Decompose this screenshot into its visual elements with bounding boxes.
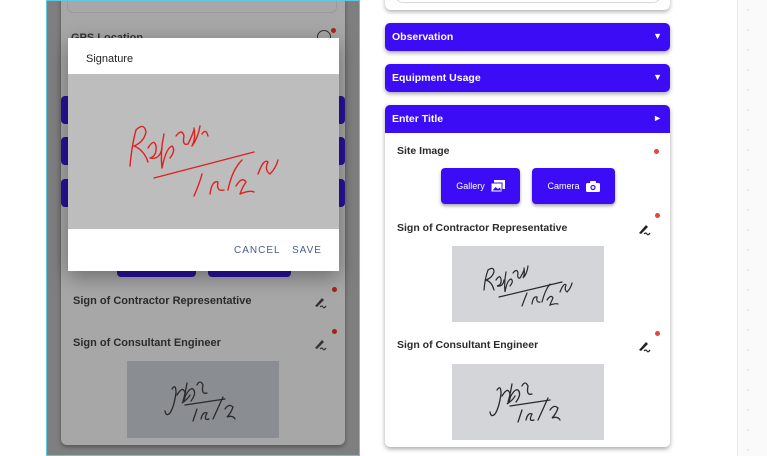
previous-card-field[interactable] (395, 0, 661, 3)
drawn-signature (129, 125, 279, 197)
canvas-background-middle (360, 0, 380, 456)
camera-button[interactable]: Camera (532, 168, 615, 204)
canvas-dot-grid (737, 0, 767, 456)
accordion-label: Equipment Usage (392, 72, 481, 84)
signature-dialog: Signature CANCEL SAVE (68, 38, 339, 271)
accordion-equipment-usage[interactable]: Equipment Usage ▼ (385, 64, 670, 92)
accordion-observation[interactable]: Observation ▼ (385, 23, 670, 51)
phone-sign-consultant-label: Sign of Consultant Engineer (73, 337, 221, 349)
signature-edit-icon[interactable] (313, 295, 329, 309)
consultant-signature-image (127, 361, 279, 438)
gallery-button-label: Gallery (456, 181, 485, 191)
sign-consultant-label: Sign of Consultant Engineer (397, 339, 539, 351)
accordion-enter-title-panel: Enter Title ► Site Image Gallery Camera … (385, 105, 670, 447)
chevron-down-icon: ▼ (653, 72, 662, 82)
site-image-label: Site Image (397, 145, 450, 157)
signature-edit-icon[interactable] (637, 339, 653, 353)
dialog-title: Signature (86, 53, 134, 65)
handwritten-signature (489, 382, 561, 423)
contractor-signature-image (452, 246, 604, 322)
sign-contractor-label: Sign of Contractor Representative (397, 222, 568, 234)
camera-icon (585, 180, 600, 192)
consultant-signature-image (452, 364, 604, 440)
phone-sign-contractor-label: Sign of Contractor Representative (73, 295, 252, 307)
cancel-button[interactable]: CANCEL (234, 245, 281, 256)
canvas-background-left (0, 0, 46, 456)
accordion-label: Observation (392, 31, 454, 43)
chevron-down-icon: ▼ (653, 31, 662, 41)
signature-edit-icon[interactable] (313, 337, 329, 351)
required-indicator (654, 149, 659, 154)
required-indicator (332, 287, 337, 292)
accordion-label: Enter Title (392, 113, 444, 125)
gallery-icon (490, 180, 505, 192)
camera-button-label: Camera (547, 181, 580, 191)
signature-pad[interactable] (68, 74, 339, 229)
save-button[interactable]: SAVE (292, 245, 322, 256)
accordion-enter-title[interactable]: Enter Title ► (385, 105, 670, 133)
handwritten-signature (483, 265, 573, 307)
signature-edit-icon[interactable] (637, 222, 653, 236)
handwritten-signature (164, 381, 236, 422)
gallery-button[interactable]: Gallery (441, 168, 520, 204)
phone-top-field (67, 1, 337, 13)
required-indicator (655, 331, 660, 336)
required-indicator (655, 213, 660, 218)
required-indicator (332, 329, 337, 334)
required-indicator (331, 28, 336, 33)
chevron-right-icon: ► (653, 113, 662, 123)
